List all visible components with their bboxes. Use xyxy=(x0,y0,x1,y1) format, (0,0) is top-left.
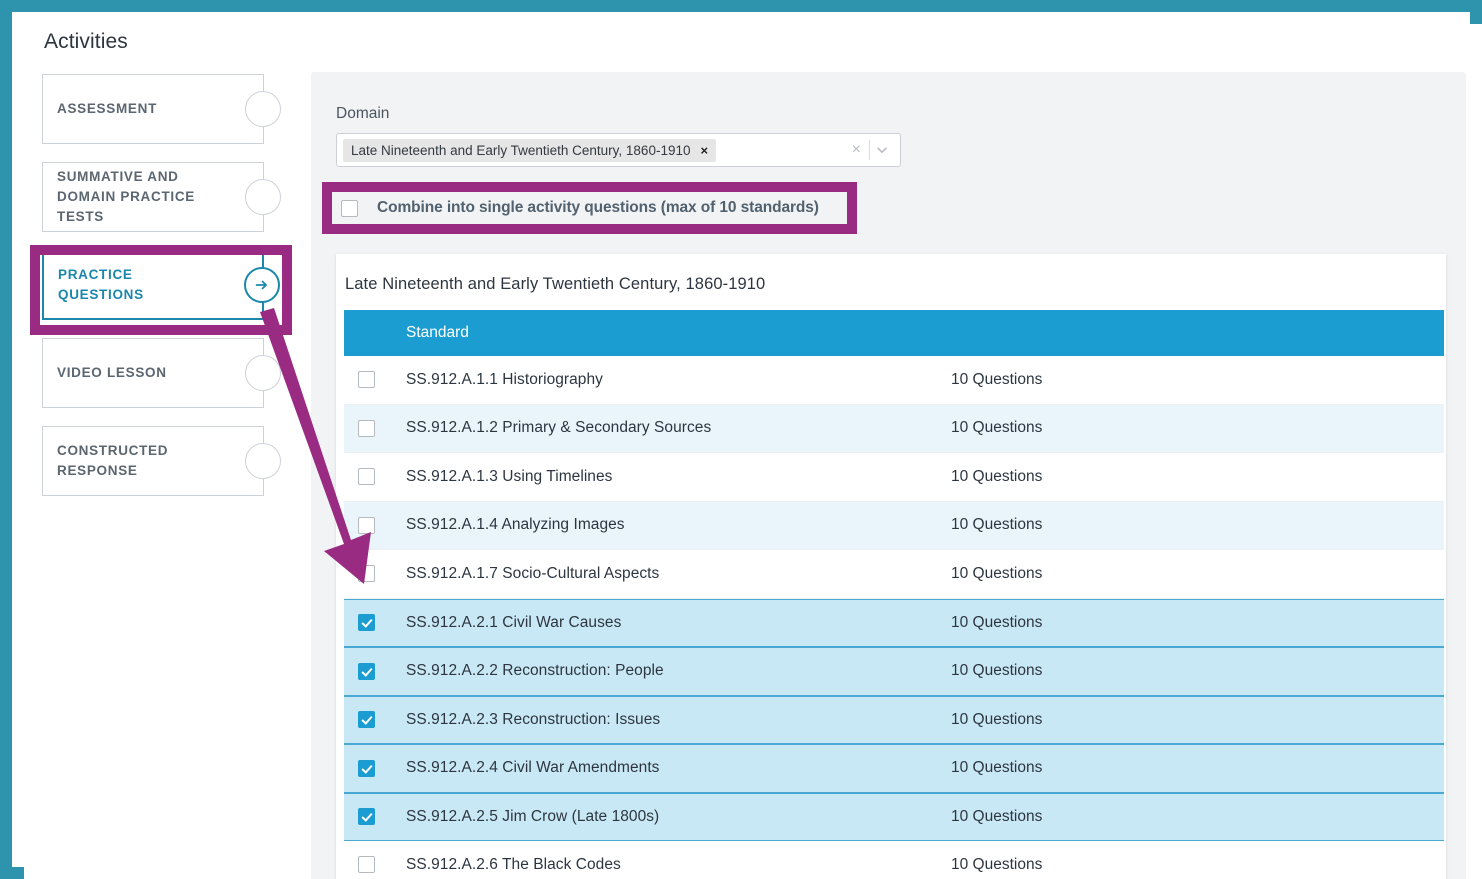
table-row[interactable]: SS.912.A.2.4 Civil War Amendments 10 Ques… xyxy=(344,744,1444,793)
row-checkbox[interactable] xyxy=(358,856,375,874)
question-count: 10 Questions xyxy=(951,516,1043,534)
standards-table-body: SS.912.A.1.1 Historiography 10 Questions S… xyxy=(336,356,1446,879)
table-row[interactable]: SS.912.A.2.6 The Black Codes 10 Questions xyxy=(344,841,1444,879)
clear-selection-icon[interactable]: × xyxy=(852,142,869,158)
column-header-standard: Standard xyxy=(406,324,469,341)
question-count: 10 Questions xyxy=(951,710,1043,728)
row-checkbox[interactable] xyxy=(358,808,375,826)
table-row[interactable]: SS.912.A.2.5 Jim Crow (Late 1800s) 10 Que… xyxy=(344,792,1444,841)
row-checkbox-cell[interactable] xyxy=(344,516,406,534)
question-count: 10 Questions xyxy=(951,855,1043,873)
activity-card-label: CONSTRUCTED RESPONSE xyxy=(57,443,169,478)
row-checkbox[interactable] xyxy=(358,419,375,437)
chevron-down-icon[interactable] xyxy=(870,143,894,157)
combine-checkbox-row[interactable]: Combine into single activity questions (… xyxy=(332,192,847,224)
table-row[interactable]: SS.912.A.1.7 Socio-Cultural Aspects 10 Qu… xyxy=(344,550,1444,599)
page-title: Activities xyxy=(44,30,128,53)
row-checkbox-cell[interactable] xyxy=(344,856,406,874)
standard-name: SS.912.A.1.3 Using Timelines xyxy=(406,467,613,485)
question-count: 10 Questions xyxy=(951,467,1043,485)
annotated-screenshot-frame: Activities ASSESSMENT SUMMATIVE AND DOMAI… xyxy=(0,0,1482,879)
table-row[interactable]: SS.912.A.2.3 Reconstruction: Issues 10 Qu… xyxy=(344,695,1444,744)
circle-knob-icon xyxy=(245,91,281,127)
domain-label: Domain xyxy=(336,105,390,122)
row-checkbox[interactable] xyxy=(358,565,375,583)
row-checkbox-cell[interactable] xyxy=(344,614,406,632)
table-row[interactable]: SS.912.A.2.1 Civil War Causes 10 Question… xyxy=(344,598,1444,647)
row-checkbox[interactable] xyxy=(358,614,375,632)
standard-name: SS.912.A.1.4 Analyzing Images xyxy=(406,516,625,534)
circle-arrow-right-icon[interactable] xyxy=(244,267,280,303)
question-count: 10 Questions xyxy=(951,564,1043,582)
standard-name: SS.912.A.1.1 Historiography xyxy=(406,370,603,388)
table-row[interactable]: SS.912.A.1.4 Analyzing Images 10 Question… xyxy=(344,501,1444,550)
activity-card-assessment[interactable]: ASSESSMENT xyxy=(42,74,281,144)
standard-name: SS.912.A.2.6 The Black Codes xyxy=(406,855,621,873)
activity-card-video-lesson[interactable]: VIDEO LESSON xyxy=(42,338,281,408)
row-checkbox-cell[interactable] xyxy=(344,711,406,729)
row-checkbox[interactable] xyxy=(358,662,375,680)
standards-table: Standard SS.912.A.1.1 Historiography 10 Q… xyxy=(336,310,1446,879)
question-count: 10 Questions xyxy=(951,662,1043,680)
standard-name: SS.912.A.1.2 Primary & Secondary Sources xyxy=(406,419,712,437)
domain-token-label: Late Nineteenth and Early Twentieth Cent… xyxy=(351,142,691,158)
row-checkbox-cell[interactable] xyxy=(344,565,406,583)
standard-name: SS.912.A.1.7 Socio-Cultural Aspects xyxy=(406,564,660,582)
row-checkbox-cell[interactable] xyxy=(344,371,406,389)
activity-card-practice-questions[interactable]: PRACTICE QUESTIONS xyxy=(42,250,280,320)
standard-name: SS.912.A.2.3 Reconstruction: Issues xyxy=(406,710,661,728)
standard-name: SS.912.A.2.4 Civil War Amendments xyxy=(406,759,660,777)
standards-table-caption: Late Nineteenth and Early Twentieth Cent… xyxy=(345,275,766,293)
table-row[interactable]: SS.912.A.1.3 Using Timelines 10 Questions xyxy=(344,453,1444,502)
row-checkbox[interactable] xyxy=(358,468,375,486)
row-checkbox[interactable] xyxy=(358,711,375,729)
remove-token-icon[interactable]: × xyxy=(700,143,708,158)
row-checkbox-cell[interactable] xyxy=(344,808,406,826)
activity-card-label: VIDEO LESSON xyxy=(57,365,167,380)
activity-card-summative-and-domain-practice-tests[interactable]: SUMMATIVE AND DOMAIN PRACTICE TESTS xyxy=(42,162,281,232)
standard-name: SS.912.A.2.5 Jim Crow (Late 1800s) xyxy=(406,807,660,825)
combine-checkbox[interactable] xyxy=(341,199,358,217)
standard-name: SS.912.A.2.2 Reconstruction: People xyxy=(406,662,664,680)
question-count: 10 Questions xyxy=(951,419,1043,437)
circle-knob-icon xyxy=(245,443,281,479)
standards-table-header: Standard xyxy=(344,310,1444,356)
domain-select[interactable]: Late Nineteenth and Early Twentieth Cent… xyxy=(336,133,901,167)
question-count: 10 Questions xyxy=(951,613,1043,631)
table-row[interactable]: SS.912.A.1.1 Historiography 10 Questions xyxy=(344,356,1444,405)
app-window: Activities ASSESSMENT SUMMATIVE AND DOMAI… xyxy=(24,24,1482,879)
circle-knob-icon xyxy=(245,355,281,391)
standard-name: SS.912.A.2.1 Civil War Causes xyxy=(406,613,622,631)
table-row[interactable]: SS.912.A.1.2 Primary & Secondary Sources… xyxy=(344,404,1444,453)
row-checkbox-cell[interactable] xyxy=(344,759,406,777)
circle-knob-icon xyxy=(245,179,281,215)
domain-selected-token[interactable]: Late Nineteenth and Early Twentieth Cent… xyxy=(343,138,717,162)
question-count: 10 Questions xyxy=(951,370,1043,388)
table-row[interactable]: SS.912.A.2.2 Reconstruction: People 10 Qu… xyxy=(344,647,1444,696)
row-checkbox-cell[interactable] xyxy=(344,468,406,486)
activity-card-label: PRACTICE QUESTIONS xyxy=(58,267,144,302)
combine-checkbox-label: Combine into single activity questions (… xyxy=(377,199,819,216)
activity-rail: ASSESSMENT SUMMATIVE AND DOMAIN PRACTICE … xyxy=(42,74,304,514)
activity-card-label: SUMMATIVE AND DOMAIN PRACTICE TESTS xyxy=(57,169,195,224)
row-checkbox[interactable] xyxy=(358,516,375,534)
row-checkbox[interactable] xyxy=(358,371,375,389)
activity-card-label: ASSESSMENT xyxy=(57,101,158,116)
activity-card-constructed-response[interactable]: CONSTRUCTED RESPONSE xyxy=(42,426,281,496)
row-checkbox[interactable] xyxy=(358,759,375,777)
question-count: 10 Questions xyxy=(951,807,1043,825)
question-count: 10 Questions xyxy=(951,759,1043,777)
combine-highlight-box: Combine into single activity questions (… xyxy=(322,182,857,234)
row-checkbox-cell[interactable] xyxy=(344,419,406,437)
standards-table-card: Late Nineteenth and Early Twentieth Cent… xyxy=(336,254,1446,879)
content-panel: Domain Late Nineteenth and Early Twentie… xyxy=(311,72,1466,879)
row-checkbox-cell[interactable] xyxy=(344,662,406,680)
